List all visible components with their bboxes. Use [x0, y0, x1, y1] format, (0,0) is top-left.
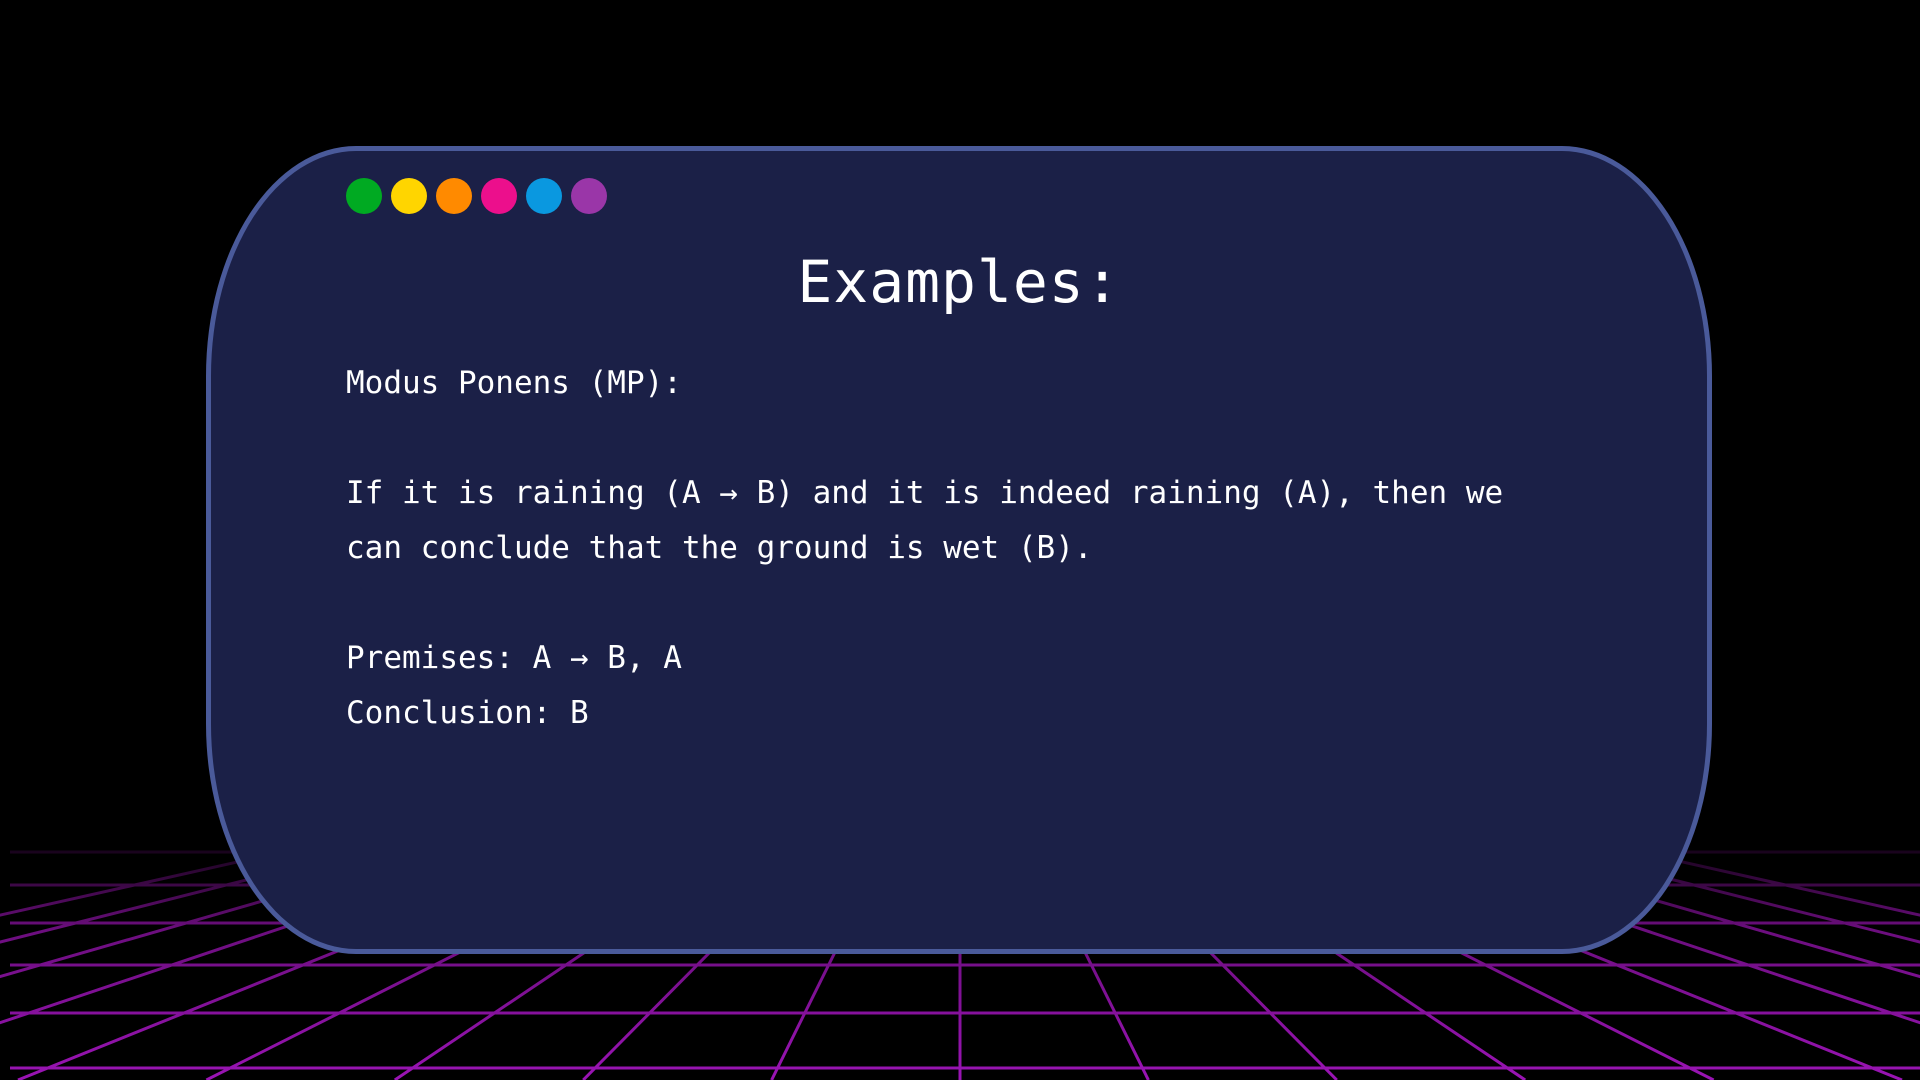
slide-stage: Examples: Modus Ponens (MP): If it is ra… — [0, 0, 1920, 1080]
rule-heading: Modus Ponens (MP): — [346, 365, 682, 401]
slide-body: Modus Ponens (MP): If it is raining (A →… — [346, 356, 1606, 741]
yellow-dot — [391, 178, 427, 214]
green-dot — [346, 178, 382, 214]
pink-dot — [481, 178, 517, 214]
conclusion-line: Conclusion: B — [346, 695, 589, 731]
premises-line: Premises: A → B, A — [346, 640, 682, 676]
slide-title: Examples: — [797, 248, 1121, 316]
purple-dot — [571, 178, 607, 214]
orange-dot — [436, 178, 472, 214]
blue-dot — [526, 178, 562, 214]
content-card: Examples: Modus Ponens (MP): If it is ra… — [206, 146, 1712, 954]
example-text-line-2: can conclude that the ground is wet (B). — [346, 530, 1093, 566]
window-dots — [346, 178, 607, 214]
example-text-line-1: If it is raining (A → B) and it is indee… — [346, 475, 1504, 511]
